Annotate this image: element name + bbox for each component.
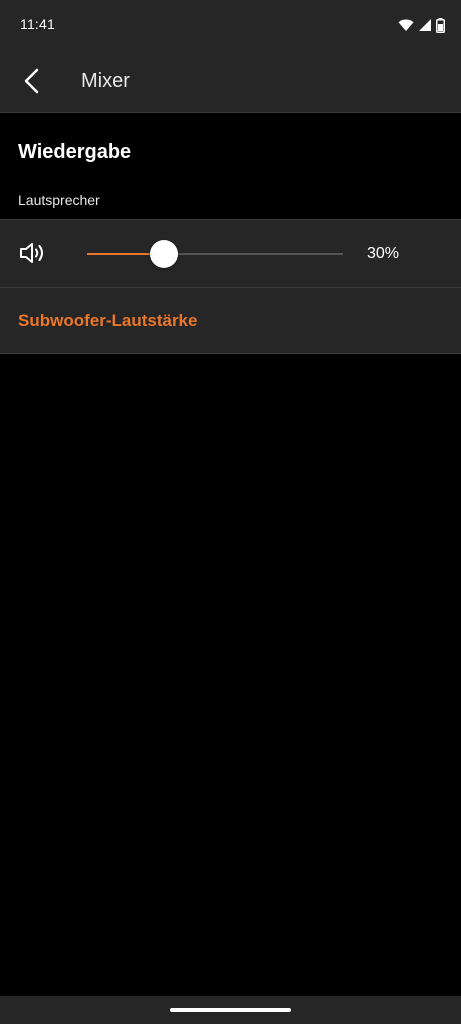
status-icons (398, 15, 445, 35)
home-handle[interactable] (170, 1008, 291, 1012)
subwoofer-volume-link[interactable]: Subwoofer-Lautstärke (0, 288, 461, 354)
battery-icon (436, 17, 445, 33)
back-button[interactable] (10, 59, 54, 103)
navigation-bar (0, 996, 461, 1024)
volume-slider-row: 30% (0, 219, 461, 288)
app-bar: Mixer (0, 50, 461, 113)
volume-slider[interactable] (87, 240, 343, 268)
status-time: 11:41 (20, 16, 55, 32)
page-title: Mixer (81, 70, 130, 92)
speaker-label: Lautsprecher (18, 192, 100, 208)
status-bar: 11:41 (0, 0, 461, 50)
section-title-playback: Wiedergabe (18, 141, 132, 163)
slider-thumb[interactable] (150, 240, 178, 268)
subwoofer-volume-label: Subwoofer-Lautstärke (18, 311, 198, 330)
wifi-icon (398, 19, 414, 31)
back-arrow-icon (24, 68, 39, 94)
speaker-volume-icon[interactable] (18, 240, 48, 266)
cell-signal-icon (419, 19, 431, 31)
volume-value: 30% (367, 245, 400, 262)
